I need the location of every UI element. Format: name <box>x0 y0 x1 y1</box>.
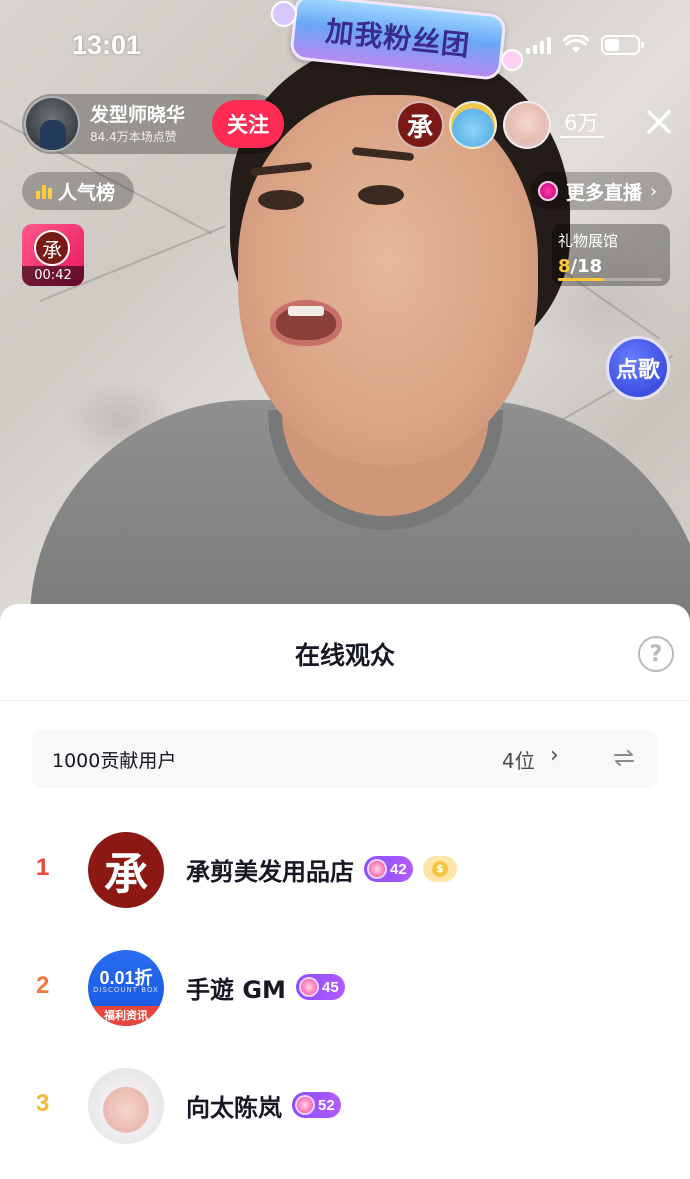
top-viewer-avatar[interactable]: 承 <box>396 101 444 149</box>
user-avatar[interactable]: 0.01折 DISCOUNT BOX 福利资讯 <box>88 950 164 1026</box>
rank-number: 3 <box>36 1090 50 1117</box>
gift-card[interactable]: 承 00:42 <box>22 224 84 286</box>
streamer-teeth <box>288 306 324 316</box>
chevron-right-icon: › <box>550 743 559 768</box>
sheet-title: 在线观众 <box>294 641 395 670</box>
fan-level-value: 52 <box>318 1096 335 1114</box>
divider <box>0 700 690 701</box>
gem-icon <box>367 859 387 879</box>
user-name[interactable]: 承剪美发用品店 <box>186 852 354 887</box>
song-request-button[interactable]: 点歌 <box>606 336 670 400</box>
streamer-eye <box>358 185 404 205</box>
user-avatar[interactable]: 承 <box>88 832 164 908</box>
gem-icon <box>299 977 319 997</box>
cellular-signal-icon <box>526 36 551 54</box>
fan-level-badge: 45 <box>296 974 345 1000</box>
fan-level-value: 42 <box>390 860 407 878</box>
gift-gallery-progress <box>558 278 662 281</box>
close-icon[interactable] <box>643 106 675 138</box>
fan-level-badge: 42 <box>364 856 413 882</box>
streamer-eye <box>258 190 304 210</box>
gift-gallery-label: 礼物展馆 <box>558 232 619 250</box>
fan-club-badge-label: 加我粉丝团 <box>324 14 472 63</box>
gem-icon <box>295 1095 315 1115</box>
online-audience-sheet: 在线观众 ? 1000贡献用户 4位 › 1 承 承剪美发用品店 42 $ 2 … <box>0 604 690 1179</box>
host-avatar[interactable] <box>24 96 80 152</box>
seal-logo: 承 <box>406 112 433 143</box>
gift-timer: 00:42 <box>22 266 84 286</box>
host-name: 发型师晓华 <box>90 104 186 126</box>
status-icons <box>526 34 645 56</box>
avatar-discount-subtext: DISCOUNT BOX <box>93 986 159 994</box>
follow-button[interactable]: 关注 <box>212 100 284 148</box>
fan-level-value: 45 <box>322 978 339 996</box>
fan-level-badge: 52 <box>292 1092 341 1118</box>
audience-row[interactable]: 1 承 承剪美发用品店 42 $ <box>0 826 690 916</box>
gift-gallery-count: 8/18 <box>558 256 603 277</box>
audience-row[interactable]: 3 向太陈岚 52 <box>0 1062 690 1152</box>
user-name[interactable]: 向太陈岚 <box>186 1088 282 1123</box>
viewer-count[interactable]: 6万 <box>560 110 605 138</box>
help-icon[interactable]: ? <box>638 636 674 672</box>
user-name[interactable]: 手遊 GM <box>186 970 286 1005</box>
more-live-button[interactable]: 更多直播 › <box>530 172 672 210</box>
popularity-ranking-button[interactable]: 人气榜 <box>22 172 134 210</box>
contributors-count: 4位 <box>502 749 535 773</box>
user-avatar[interactable] <box>88 1068 164 1144</box>
chevron-right-icon: › <box>650 180 658 202</box>
wifi-icon <box>563 35 589 55</box>
gift-logo: 承 <box>34 230 70 266</box>
battery-icon <box>601 34 645 56</box>
more-live-label: 更多直播 <box>566 181 643 204</box>
status-time: 13:01 <box>72 30 142 60</box>
top-viewer-avatar[interactable] <box>503 101 551 149</box>
avatar-discount-banner: 福利资讯 <box>88 1006 164 1026</box>
live-avatar-icon <box>538 181 558 201</box>
host-likes: 84.4万本场点赞 <box>90 130 177 144</box>
audience-row[interactable]: 2 0.01折 DISCOUNT BOX 福利资讯 手遊 GM 45 <box>0 944 690 1034</box>
popularity-label: 人气榜 <box>58 181 116 204</box>
rank-number: 2 <box>36 972 50 999</box>
contributors-row[interactable]: 1000贡献用户 4位 › <box>32 730 658 788</box>
contributors-label: 1000贡献用户 <box>52 750 177 772</box>
gift-gallery[interactable]: 礼物展馆 8/18 <box>552 224 670 286</box>
top-viewer-avatar[interactable] <box>449 101 497 149</box>
rank-number: 1 <box>36 854 50 881</box>
bar-chart-icon <box>36 183 52 199</box>
coin-badge-icon: $ <box>423 856 457 882</box>
swap-icon[interactable] <box>612 746 636 770</box>
